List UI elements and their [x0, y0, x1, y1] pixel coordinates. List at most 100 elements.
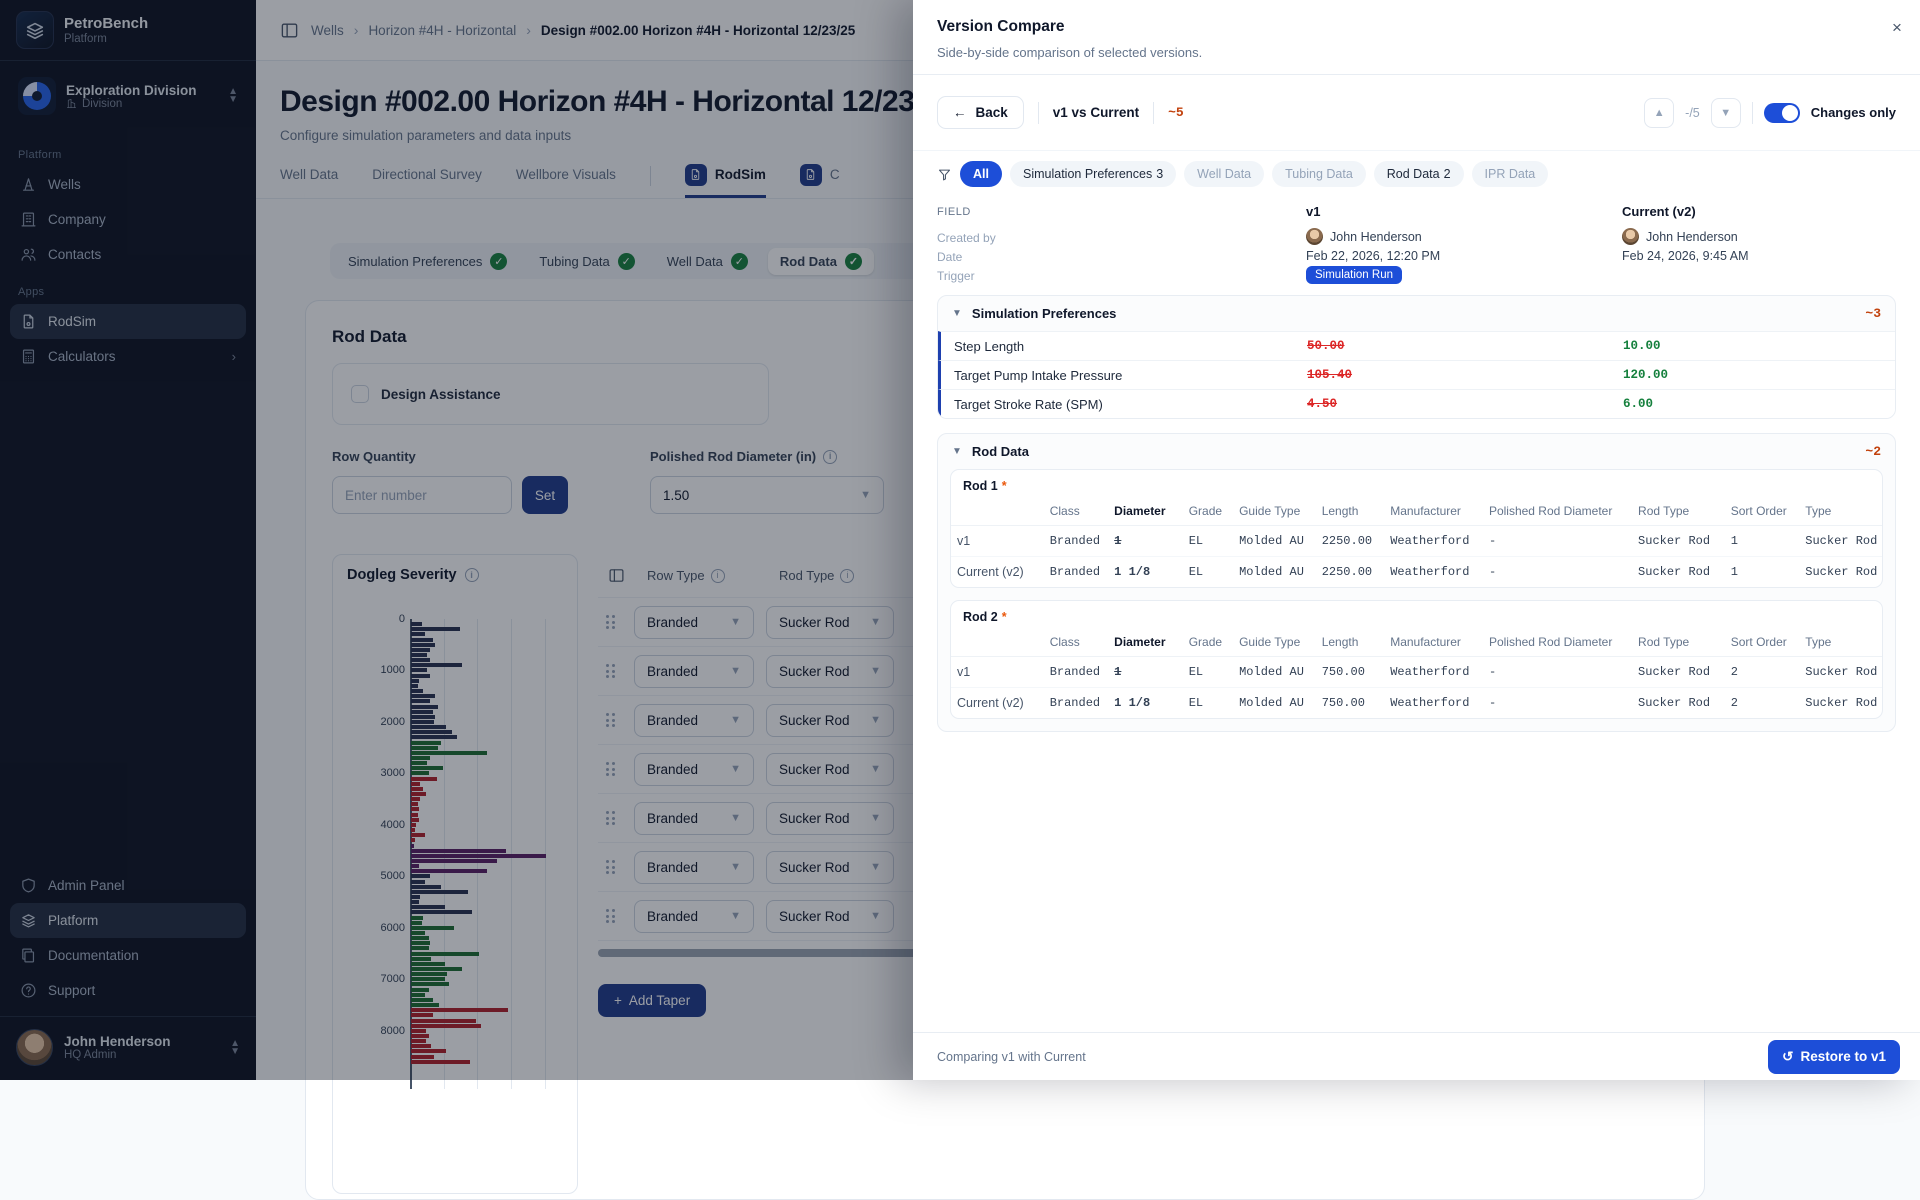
section-header[interactable]: ▼Simulation Preferences~3 — [938, 296, 1895, 331]
total-changes-badge: ~5 — [1168, 105, 1184, 120]
compare-row: Step Length50.0010.00 — [938, 331, 1895, 360]
cell: Molded AU — [1233, 526, 1316, 557]
column-header: Diameter — [1108, 497, 1183, 526]
filter-chip-simulation-preferences[interactable]: Simulation Preferences3 — [1010, 161, 1176, 187]
column-header: Grade — [1183, 628, 1233, 657]
filter-chip-row: All Simulation Preferences3 Well Data Tubin… — [913, 151, 1920, 197]
v2-value: 120.00 — [1623, 368, 1668, 382]
cell: 1 1/8 — [1108, 688, 1183, 719]
table-row: Current (v2)Branded1 1/8ELMolded AU2250.… — [951, 557, 1882, 588]
column-header — [951, 497, 1044, 526]
cell: Weatherford — [1384, 526, 1483, 557]
column-header: Type — [1799, 497, 1882, 526]
change-nav-counter: -/5 — [1685, 106, 1700, 120]
version-name: Current (v2) — [951, 688, 1044, 719]
column-header — [951, 628, 1044, 657]
cell: EL — [1183, 657, 1233, 688]
compare-versions-label: v1 vs Current — [1053, 105, 1139, 120]
cell: 1 — [1725, 557, 1800, 588]
compare-body: FIELD v1 Current (v2) Created by John He… — [913, 200, 1920, 1032]
user-avatar — [1622, 228, 1639, 245]
cell: Branded — [1044, 657, 1108, 688]
changes-only-toggle[interactable] — [1764, 103, 1800, 123]
cell: Sucker Rod — [1632, 557, 1725, 588]
user-avatar — [1306, 228, 1323, 245]
panel-footer: Comparing v1 with Current ↺ Restore to v… — [913, 1032, 1920, 1080]
back-button[interactable]: ← Back — [937, 96, 1024, 129]
cell: 2 — [1725, 688, 1800, 719]
trigger-v1: Simulation Run — [1306, 266, 1402, 284]
cell: - — [1483, 557, 1632, 588]
next-change-button[interactable]: ▼ — [1711, 98, 1741, 128]
cell: Branded — [1044, 688, 1108, 719]
cell: 1 — [1108, 526, 1183, 557]
trigger-badge: Simulation Run — [1306, 266, 1402, 284]
created-by-v2: John Henderson — [1622, 228, 1738, 245]
cell: Molded AU — [1233, 688, 1316, 719]
cell: 1 — [1725, 526, 1800, 557]
cell: Branded — [1044, 557, 1108, 588]
v1-value: 50.00 — [1307, 339, 1345, 353]
version-name: v1 — [951, 657, 1044, 688]
column-header: Class — [1044, 497, 1108, 526]
table-row: Current (v2)Branded1 1/8ELMolded AU750.0… — [951, 688, 1882, 719]
v2-value: 6.00 — [1623, 397, 1653, 411]
close-icon[interactable]: × — [1884, 18, 1910, 38]
cell: EL — [1183, 557, 1233, 588]
v1-value: 105.40 — [1307, 368, 1352, 382]
column-header: Rod Type — [1632, 497, 1725, 526]
cell: Molded AU — [1233, 557, 1316, 588]
restore-button[interactable]: ↺ Restore to v1 — [1768, 1040, 1900, 1074]
cell: 750.00 — [1316, 688, 1385, 719]
compare-table: ClassDiameterGradeGuide TypeLengthManufa… — [951, 628, 1882, 718]
filter-icon — [937, 167, 952, 182]
column-header: Rod Type — [1632, 628, 1725, 657]
table-card-title: Rod 1* — [951, 470, 1882, 497]
cell: 1 — [1108, 657, 1183, 688]
date-v1: Feb 22, 2026, 12:20 PM — [1306, 249, 1440, 263]
filter-chip-rod-data[interactable]: Rod Data2 — [1374, 161, 1464, 187]
changes-only-label: Changes only — [1811, 105, 1896, 120]
app-root: PetroBench Platform Exploration Division… — [0, 0, 1920, 1080]
section-title: Simulation Preferences — [972, 306, 1117, 321]
column-header: Class — [1044, 628, 1108, 657]
created-by-v1: John Henderson — [1306, 228, 1422, 245]
section-title: Rod Data — [972, 444, 1029, 459]
compare-row: Target Stroke Rate (SPM)4.506.00 — [938, 389, 1895, 418]
comparison-status-text: Comparing v1 with Current — [937, 1050, 1086, 1064]
trigger-label: Trigger — [937, 269, 975, 283]
compare-row: Target Pump Intake Pressure105.40120.00 — [938, 360, 1895, 389]
cell: Branded — [1044, 526, 1108, 557]
arrow-left-icon: ← — [953, 105, 967, 120]
column-header: Diameter — [1108, 628, 1183, 657]
compare-table-card: Rod 2*ClassDiameterGradeGuide TypeLength… — [950, 600, 1883, 719]
created-by-label: Created by — [937, 231, 996, 245]
section-changes-badge: ~3 — [1865, 306, 1881, 321]
version-meta: FIELD v1 Current (v2) Created by John He… — [937, 200, 1896, 295]
date-v2: Feb 24, 2026, 9:45 AM — [1622, 249, 1748, 263]
cell: Sucker Rod — [1799, 526, 1882, 557]
column-header: Guide Type — [1233, 628, 1316, 657]
compare-table-card: Rod 1*ClassDiameterGradeGuide TypeLength… — [950, 469, 1883, 588]
version-name: v1 — [951, 526, 1044, 557]
cell: EL — [1183, 688, 1233, 719]
column-header: Sort Order — [1725, 497, 1800, 526]
restore-icon: ↺ — [1782, 1049, 1793, 1065]
filter-chip-all[interactable]: All — [960, 161, 1002, 187]
prev-change-button[interactable]: ▲ — [1644, 98, 1674, 128]
v1-column-header: v1 — [1306, 204, 1320, 219]
cell: Sucker Rod — [1632, 688, 1725, 719]
column-header: Polished Rod Diameter — [1483, 497, 1632, 526]
cell: Sucker Rod — [1799, 657, 1882, 688]
version-name: Current (v2) — [951, 557, 1044, 588]
version-compare-panel: Version Compare Side-by-side comparison … — [913, 0, 1920, 1080]
filter-chip-ipr-data[interactable]: IPR Data — [1472, 161, 1549, 187]
filter-chip-tubing-data[interactable]: Tubing Data — [1272, 161, 1366, 187]
cell: Sucker Rod — [1799, 688, 1882, 719]
table-row: v1Branded1ELMolded AU2250.00Weatherford-… — [951, 526, 1882, 557]
filter-chip-well-data[interactable]: Well Data — [1184, 161, 1264, 187]
column-header: Manufacturer — [1384, 628, 1483, 657]
field-column-header: FIELD — [937, 206, 971, 218]
compare-toolbar: ← Back v1 vs Current ~5 ▲ -/5 ▼ Changes … — [913, 75, 1920, 151]
section-header[interactable]: ▼Rod Data~2 — [938, 434, 1895, 469]
